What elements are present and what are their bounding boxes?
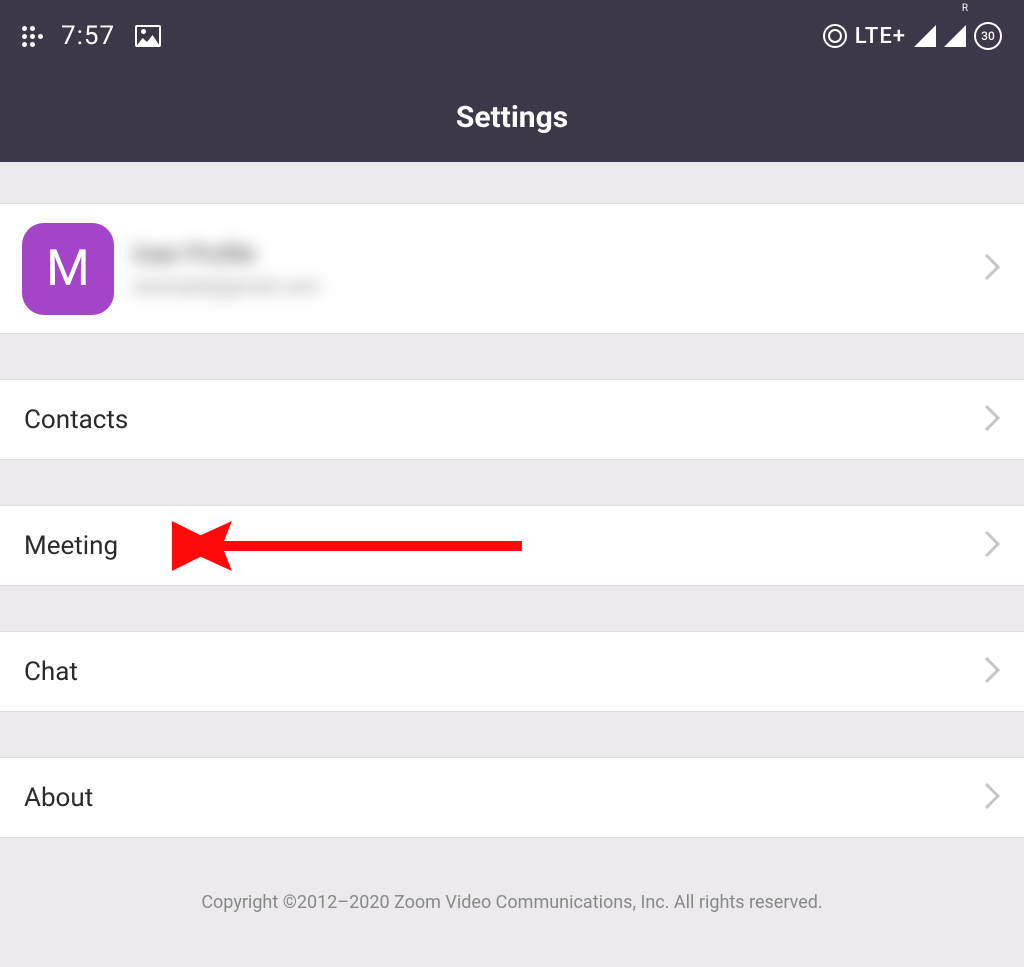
menu-label: Chat xyxy=(24,657,78,687)
status-time: 7:57 xyxy=(61,21,115,51)
menu-item-about[interactable]: About xyxy=(0,758,1024,838)
page-title: Settings xyxy=(456,100,568,135)
spacer xyxy=(0,162,1024,204)
profile-email: example@gmail.com xyxy=(132,274,320,298)
menu-item-chat[interactable]: Chat xyxy=(0,632,1024,712)
roaming-label: R xyxy=(962,3,968,14)
chevron-right-icon xyxy=(984,530,1000,562)
footer-copyright: Copyright ©2012–2020 Zoom Video Communic… xyxy=(0,838,1024,967)
menu-item-meeting[interactable]: Meeting xyxy=(0,506,1024,586)
spacer xyxy=(0,334,1024,380)
settings-content: M User Profile example@gmail.com Contact… xyxy=(0,162,1024,967)
picture-icon xyxy=(135,25,161,47)
profile-row[interactable]: M User Profile example@gmail.com xyxy=(0,204,1024,334)
spacer xyxy=(0,586,1024,632)
hotspot-icon xyxy=(823,24,847,48)
battery-icon: 30 xyxy=(974,22,1002,50)
app-header: Settings xyxy=(0,72,1024,162)
network-type: LTE+ xyxy=(855,24,906,49)
spacer xyxy=(0,460,1024,506)
chevron-right-icon xyxy=(984,656,1000,688)
menu-label: About xyxy=(24,783,93,813)
status-bar: 7:57 LTE+ R 30 xyxy=(0,0,1024,72)
profile-name: User Profile xyxy=(132,240,320,268)
chevron-right-icon xyxy=(984,404,1000,436)
spacer xyxy=(0,712,1024,758)
signal-roaming-icon: R xyxy=(944,25,966,47)
menu-label: Contacts xyxy=(24,405,128,435)
menu-label: Meeting xyxy=(24,531,118,561)
chevron-right-icon xyxy=(984,253,1000,285)
menu-item-contacts[interactable]: Contacts xyxy=(0,380,1024,460)
signal-icon xyxy=(914,25,936,47)
blackberry-icon xyxy=(22,26,43,47)
avatar: M xyxy=(22,223,114,315)
chevron-right-icon xyxy=(984,782,1000,814)
